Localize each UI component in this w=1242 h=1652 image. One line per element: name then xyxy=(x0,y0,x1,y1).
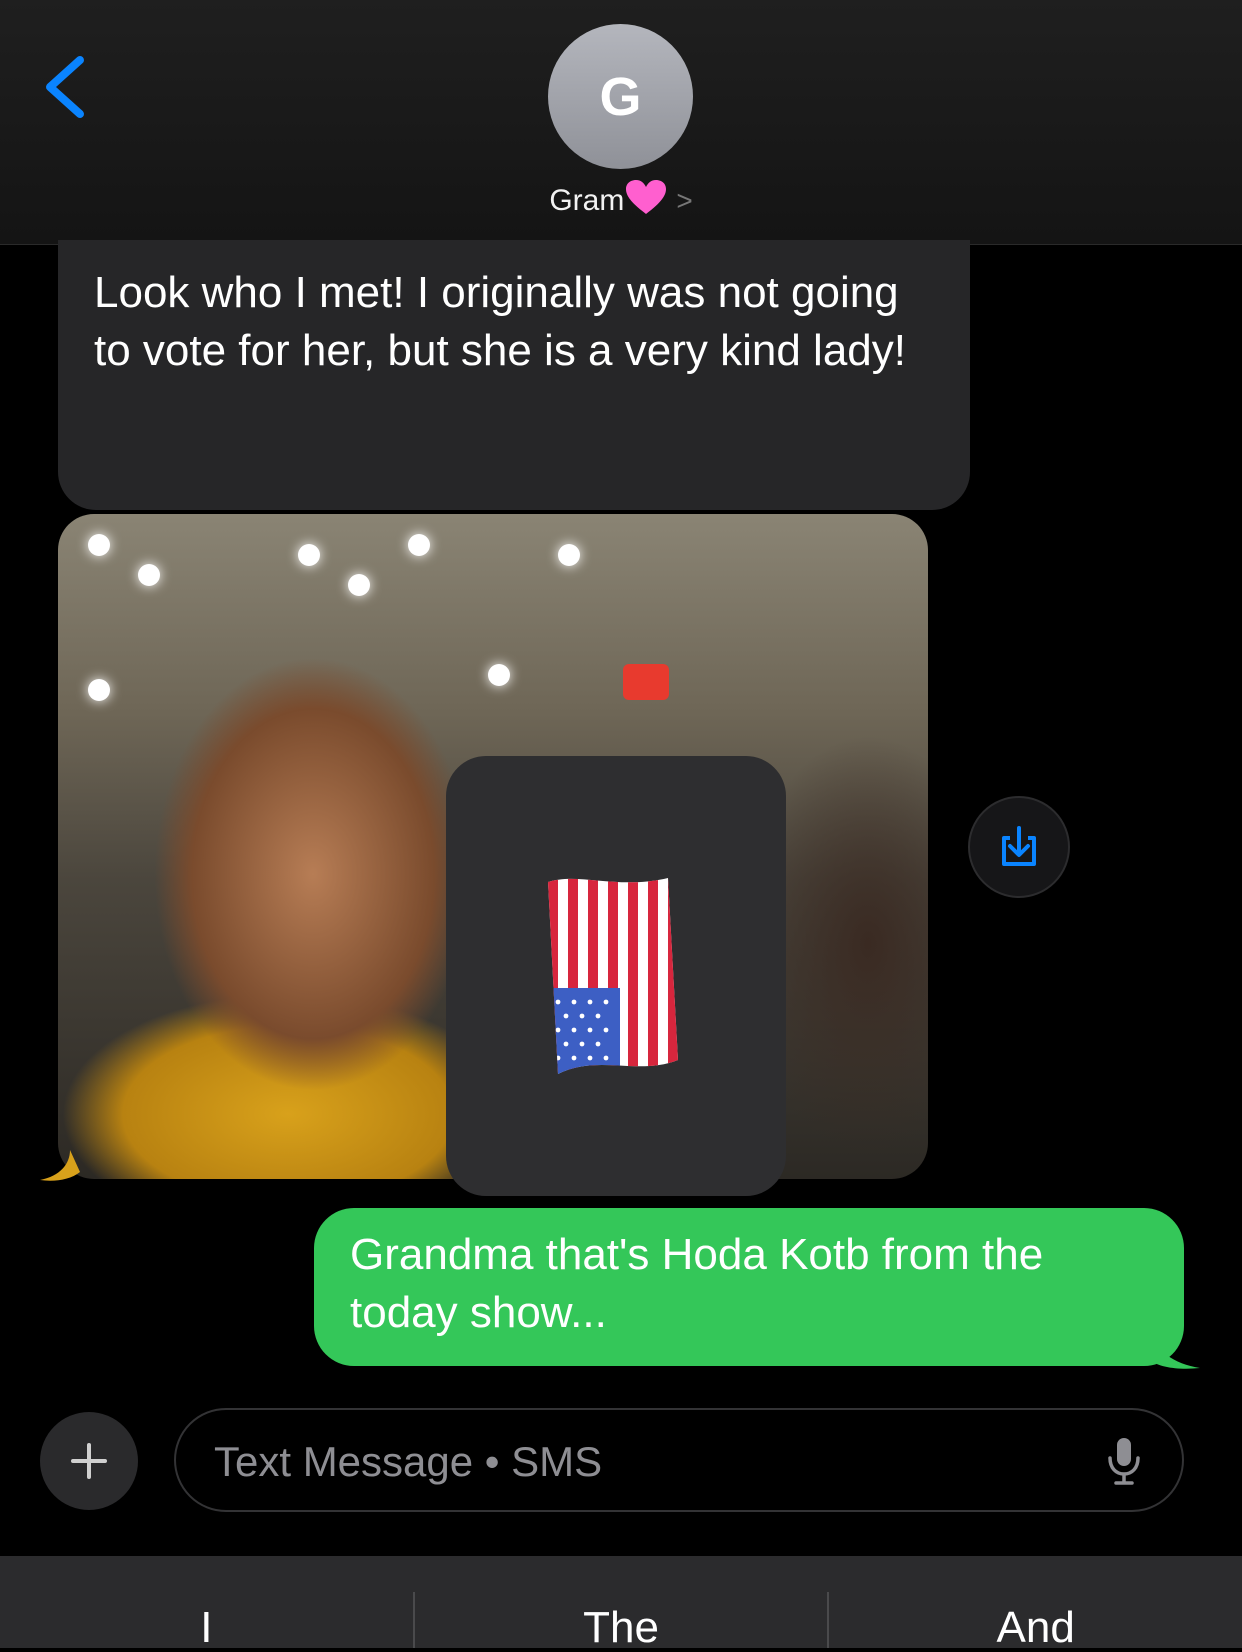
ceiling-light xyxy=(488,664,510,686)
ceiling-light xyxy=(558,544,580,566)
contact-name-button[interactable]: Gram > xyxy=(0,180,1242,224)
incoming-bubble-tail xyxy=(40,1150,80,1181)
back-button[interactable] xyxy=(40,52,100,122)
contact-avatar[interactable]: G xyxy=(548,24,693,169)
us-flag-icon xyxy=(548,878,678,1074)
ceiling-light xyxy=(408,534,430,556)
flag-sticker[interactable] xyxy=(446,756,786,1196)
message-input-placeholder: Text Message • SMS xyxy=(214,1438,603,1485)
heart-icon xyxy=(626,180,667,224)
message-input[interactable]: Text Message • SMS xyxy=(174,1408,1184,1512)
chevron-right-icon: > xyxy=(676,184,693,216)
message-text: Grandma that's Hoda Kotb from the today … xyxy=(350,1230,1044,1337)
ceiling-light xyxy=(298,544,320,566)
exit-sign xyxy=(623,664,669,700)
chevron-left-icon xyxy=(46,56,84,118)
ceiling-light xyxy=(88,534,110,556)
ceiling-light xyxy=(88,679,110,701)
predictive-text-bar: I The And xyxy=(0,1556,1242,1650)
download-icon xyxy=(1002,826,1036,866)
outgoing-bubble-tail xyxy=(1150,1330,1200,1369)
outgoing-message-bubble[interactable]: Grandma that's Hoda Kotb from the today … xyxy=(314,1208,1184,1366)
incoming-message-bubble[interactable]: Look who I met! I originally was not goi… xyxy=(58,240,970,510)
suggestion-item[interactable]: The xyxy=(415,1556,828,1650)
save-photo-button[interactable] xyxy=(968,796,1070,898)
suggestion-item[interactable]: And xyxy=(829,1556,1242,1650)
microphone-icon[interactable] xyxy=(1106,1436,1142,1491)
suggestion-item[interactable]: I xyxy=(0,1556,413,1650)
contact-name: Gram xyxy=(549,183,625,217)
message-text: Look who I met! I originally was not goi… xyxy=(94,268,906,375)
avatar-initial: G xyxy=(599,66,642,127)
ceiling-light xyxy=(348,574,370,596)
ceiling-light xyxy=(138,564,160,586)
plus-icon xyxy=(71,1443,107,1479)
conversation-header: G Gram > xyxy=(0,0,1242,245)
add-attachment-button[interactable] xyxy=(40,1412,138,1510)
